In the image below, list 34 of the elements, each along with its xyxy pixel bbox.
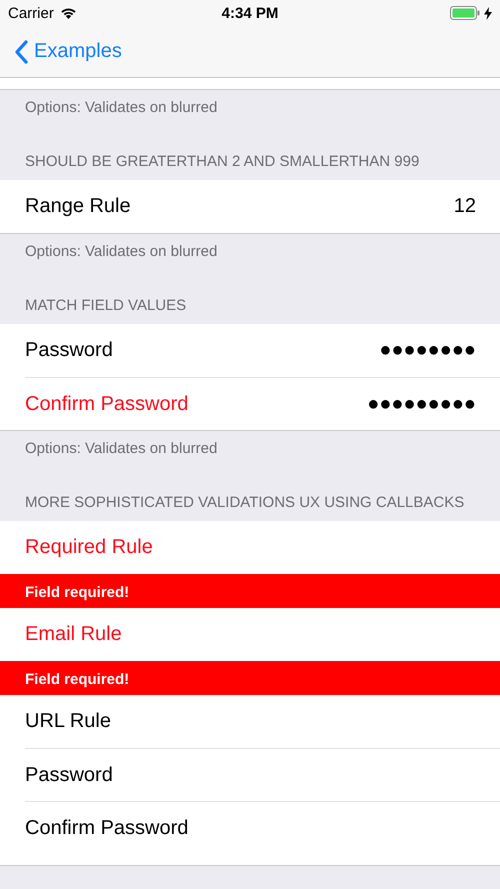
form-row[interactable]: Confirm Password [0,801,500,854]
charging-bolt-icon [484,6,492,20]
field-label: Password [25,339,113,362]
back-button[interactable]: Examples [14,40,122,64]
section-footer: Options: Validates on blurred [0,431,500,467]
form-row[interactable]: Email Rule [0,608,500,661]
field-label: Password [25,764,113,786]
field-label: URL Rule [25,710,111,733]
section-header: MATCH FIELD VALUES [24,296,188,316]
section-header: SHOULD BE GREATERTHAN 2 AND SMALLERTHAN 999 [24,152,420,172]
section-footer: Options: Validates on blurred [0,234,500,270]
form-row[interactable]: Required Rule [0,521,500,574]
carrier-name: Carrier [8,4,54,22]
field-value: ●●●●●●●●● [367,392,476,416]
form-row[interactable]: Password [0,748,500,801]
field-value: ●●●●●●●● [379,339,476,362]
section-footer: Options: Validates on blurred [0,90,500,126]
form-row[interactable]: URL Rule [0,695,500,748]
section-header: MORE SOPHISTICATED VALIDATIONS UX USING CALLBACKS [24,493,466,513]
status-time: 4:34 PM [222,4,278,22]
field-label: Range Rule [25,195,131,218]
field-label: Confirm Password [25,816,188,840]
form-row[interactable]: Range Rule 12 [0,180,500,233]
field-label: Confirm Password [25,392,188,416]
field-label: Required Rule [25,536,153,559]
chevron-left-icon [14,40,28,64]
field-value: 12 [454,195,476,218]
wifi-icon [60,7,77,19]
form-row[interactable]: Password ●●●●●●●● [0,324,500,377]
field-label: Email Rule [25,623,122,646]
error-banner: Field required! [0,661,500,695]
form-row[interactable]: Confirm Password ●●●●●●●●● [0,377,500,430]
error-banner: Field required! [0,574,500,608]
battery-icon [450,6,480,20]
